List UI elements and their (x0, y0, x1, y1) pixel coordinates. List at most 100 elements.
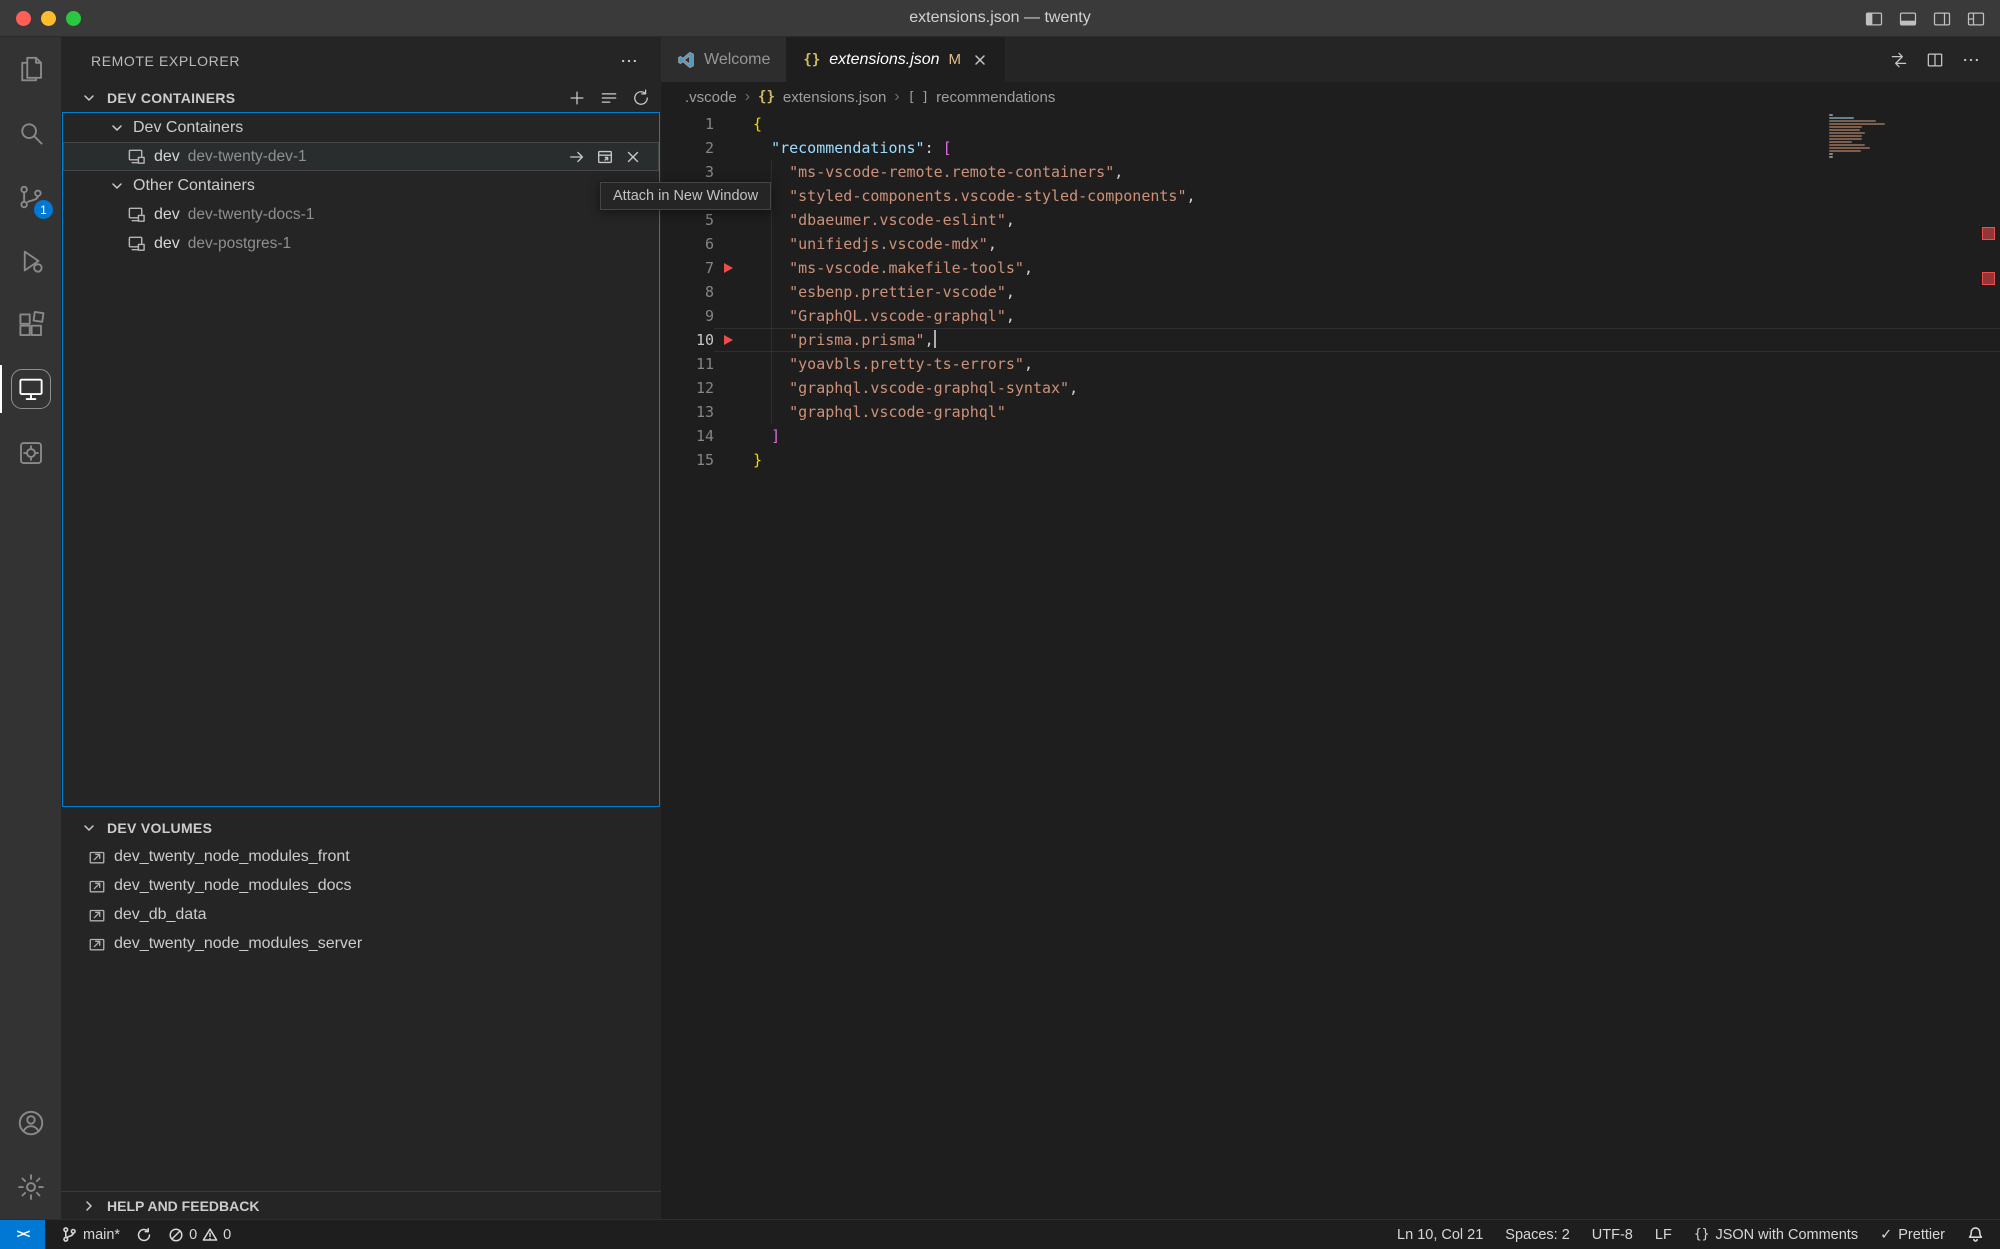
tab-welcome[interactable]: Welcome (661, 37, 787, 82)
containers-icon[interactable] (0, 421, 61, 485)
toggle-primary-sidebar-icon[interactable] (1864, 9, 1884, 29)
code-line-1[interactable]: 1{ (661, 112, 2000, 136)
line-number[interactable]: 8 (661, 280, 714, 304)
cursor-position-status[interactable]: Ln 10, Col 21 (1397, 1227, 1483, 1243)
code-line-6[interactable]: 6 "unifiedjs.vscode-mdx", (661, 232, 2000, 256)
customize-layout-icon[interactable] (1966, 9, 1986, 29)
volume-item[interactable]: dev_twenty_node_modules_front (61, 842, 661, 871)
code-line-14[interactable]: 14 ] (661, 424, 2000, 448)
explorer-icon[interactable] (0, 37, 61, 101)
line-number[interactable]: 6 (661, 232, 714, 256)
container-description: dev-twenty-docs-1 (188, 206, 315, 224)
tree-group-other-containers[interactable]: Other Containers (63, 171, 659, 200)
line-number[interactable]: 1 (661, 112, 714, 136)
indentation-status[interactable]: Spaces: 2 (1505, 1227, 1570, 1243)
line-number[interactable]: 15 (661, 448, 714, 472)
volume-item[interactable]: dev_db_data (61, 900, 661, 929)
filter-list-icon[interactable] (599, 88, 619, 108)
code-line-8[interactable]: 8 "esbenp.prettier-vscode", (661, 280, 2000, 304)
section-header-dev-volumes[interactable]: DEV VOLUMES (61, 814, 661, 842)
remote-explorer-icon[interactable] (0, 357, 61, 421)
close-tab-icon[interactable] (972, 52, 988, 68)
refresh-icon[interactable] (631, 88, 651, 108)
line-number[interactable]: 9 (661, 304, 714, 328)
line-number[interactable]: 5 (661, 208, 714, 232)
line-number[interactable]: 3 (661, 160, 714, 184)
close-window-button[interactable] (16, 11, 31, 26)
git-branch-status[interactable]: main* (61, 1226, 120, 1243)
container-item-dev-postgres-1[interactable]: dev dev-postgres-1 (63, 229, 659, 258)
container-icon (127, 147, 146, 166)
settings-gear-icon[interactable] (0, 1155, 61, 1219)
code-line-11[interactable]: 11 "yoavbls.pretty-ts-errors", (661, 352, 2000, 376)
toggle-secondary-sidebar-icon[interactable] (1932, 9, 1952, 29)
tab-label: extensions.json (829, 51, 939, 69)
code-editor[interactable]: 1{2 "recommendations": [3 "ms-vscode-rem… (661, 112, 2000, 1219)
code-line-2[interactable]: 2 "recommendations": [ (661, 136, 2000, 160)
container-item-dev-twenty-docs-1[interactable]: dev dev-twenty-docs-1 (63, 200, 659, 229)
editor-actions (1889, 37, 2000, 82)
text-cursor (934, 330, 936, 348)
notifications-bell-icon[interactable] (1967, 1226, 1984, 1243)
section-header-help-feedback[interactable]: HELP AND FEEDBACK (61, 1191, 661, 1219)
line-number[interactable]: 4 (661, 184, 714, 208)
line-number[interactable]: 10 (661, 328, 714, 352)
stop-container-icon[interactable] (623, 147, 643, 167)
extensions-icon[interactable] (0, 293, 61, 357)
volume-item[interactable]: dev_twenty_node_modules_server (61, 929, 661, 958)
remote-indicator[interactable]: >< (0, 1220, 45, 1249)
tab-extensions-json[interactable]: {} extensions.json M (787, 37, 1005, 82)
open-changes-icon[interactable] (1889, 50, 1909, 70)
source-control-icon[interactable]: 1 (0, 165, 61, 229)
code-line-3[interactable]: 3 "ms-vscode-remote.remote-containers", (661, 160, 2000, 184)
volume-item[interactable]: dev_twenty_node_modules_docs (61, 871, 661, 900)
code-line-4[interactable]: 4 "styled-components.vscode-styled-compo… (661, 184, 2000, 208)
sidebar-more-actions-icon[interactable] (619, 51, 639, 71)
code-text: "GraphQL.vscode-graphql", (753, 304, 1015, 328)
split-editor-icon[interactable] (1925, 50, 1945, 70)
minimap[interactable] (1829, 114, 1909, 159)
zoom-window-button[interactable] (66, 11, 81, 26)
breadcrumb-file[interactable]: extensions.json (783, 89, 886, 106)
accounts-icon[interactable] (0, 1091, 61, 1155)
code-text: "esbenp.prettier-vscode", (753, 280, 1015, 304)
line-number[interactable]: 14 (661, 424, 714, 448)
code-line-13[interactable]: 13 "graphql.vscode-graphql" (661, 400, 2000, 424)
run-debug-icon[interactable] (0, 229, 61, 293)
problems-status[interactable]: 0 0 (168, 1227, 231, 1243)
gutter-spacer (714, 136, 753, 160)
formatter-status[interactable]: ✓ Prettier (1880, 1227, 1945, 1243)
chevron-down-icon (109, 178, 125, 194)
code-line-9[interactable]: 9 "GraphQL.vscode-graphql", (661, 304, 2000, 328)
code-line-5[interactable]: 5 "dbaeumer.vscode-eslint", (661, 208, 2000, 232)
git-branch-icon (61, 1226, 78, 1243)
minimize-window-button[interactable] (41, 11, 56, 26)
attach-container-icon[interactable] (567, 147, 587, 167)
line-number[interactable]: 11 (661, 352, 714, 376)
line-number[interactable]: 12 (661, 376, 714, 400)
sync-changes-button[interactable] (136, 1227, 152, 1243)
breadcrumb-folder[interactable]: .vscode (685, 89, 737, 106)
breadcrumb-symbol[interactable]: recommendations (936, 89, 1055, 106)
encoding-status[interactable]: UTF-8 (1592, 1227, 1633, 1243)
status-bar-right: Ln 10, Col 21 Spaces: 2 UTF-8 LF {} JSON… (1397, 1220, 2000, 1249)
more-actions-icon[interactable] (1961, 50, 1981, 70)
line-number[interactable]: 13 (661, 400, 714, 424)
line-number[interactable]: 7 (661, 256, 714, 280)
search-icon[interactable] (0, 101, 61, 165)
language-mode-status[interactable]: {} JSON with Comments (1694, 1227, 1858, 1243)
line-number[interactable]: 2 (661, 136, 714, 160)
language-name: JSON with Comments (1715, 1227, 1858, 1243)
toggle-panel-icon[interactable] (1898, 9, 1918, 29)
attach-new-window-icon[interactable] (595, 147, 615, 167)
errors-icon (168, 1227, 184, 1243)
add-container-icon[interactable] (567, 88, 587, 108)
container-item-dev-twenty-dev-1[interactable]: dev dev-twenty-dev-1 (63, 142, 659, 171)
code-line-12[interactable]: 12 "graphql.vscode-graphql-syntax", (661, 376, 2000, 400)
code-line-10[interactable]: 10 "prisma.prisma", (661, 328, 2000, 352)
section-header-dev-containers[interactable]: DEV CONTAINERS (61, 84, 661, 112)
eol-status[interactable]: LF (1655, 1227, 1672, 1243)
code-line-7[interactable]: 7 "ms-vscode.makefile-tools", (661, 256, 2000, 280)
code-line-15[interactable]: 15} (661, 448, 2000, 472)
tree-group-dev-containers[interactable]: Dev Containers (63, 113, 659, 142)
